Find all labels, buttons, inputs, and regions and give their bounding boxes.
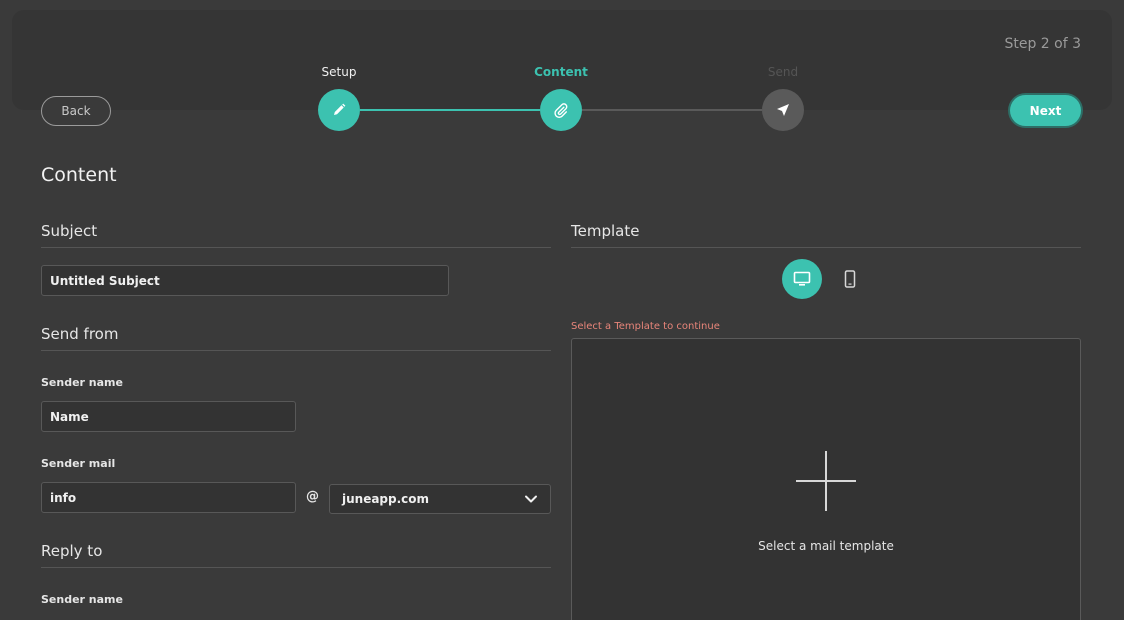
send-from-section-title: Send from bbox=[41, 325, 119, 343]
template-warning: Select a Template to continue bbox=[571, 321, 720, 332]
sender-name-label: Sender name bbox=[41, 376, 123, 389]
domain-select-value: juneapp.com bbox=[342, 492, 430, 506]
step-counter: Step 2 of 3 bbox=[1004, 36, 1081, 52]
step-setup[interactable]: Setup bbox=[279, 64, 399, 131]
template-cta: Select a mail template bbox=[758, 539, 894, 553]
plus-icon bbox=[796, 480, 856, 482]
progress-line-pending bbox=[582, 109, 762, 111]
step-content-circle[interactable] bbox=[540, 89, 582, 131]
step-content-label: Content bbox=[534, 65, 588, 79]
chevron-down-icon bbox=[525, 495, 537, 503]
subject-section-title: Subject bbox=[41, 222, 98, 240]
mobile-view-button[interactable] bbox=[830, 259, 870, 299]
step-send-label: Send bbox=[767, 65, 799, 79]
step-setup-circle[interactable] bbox=[318, 89, 360, 131]
template-selector[interactable]: Select a mail template bbox=[571, 338, 1081, 620]
pencil-icon bbox=[334, 103, 346, 115]
subject-input[interactable] bbox=[41, 265, 449, 296]
next-button[interactable]: Next bbox=[1010, 95, 1081, 126]
back-button[interactable]: Back bbox=[41, 96, 111, 126]
mobile-icon bbox=[844, 270, 856, 288]
desktop-view-button[interactable] bbox=[782, 259, 822, 299]
send-from-divider bbox=[41, 350, 551, 351]
subject-divider bbox=[41, 247, 551, 248]
desktop-icon bbox=[793, 271, 811, 286]
reply-to-section-title: Reply to bbox=[41, 542, 103, 560]
sender-mail-label: Sender mail bbox=[41, 457, 116, 470]
template-divider bbox=[571, 247, 1081, 248]
reply-to-sender-name-label: Sender name bbox=[41, 593, 123, 606]
template-section-title: Template bbox=[571, 222, 640, 240]
sender-mail-input[interactable] bbox=[41, 482, 296, 513]
paperclip-icon bbox=[554, 103, 568, 118]
send-icon bbox=[777, 104, 789, 116]
progress-line-completed bbox=[360, 109, 540, 111]
page-title: Content bbox=[41, 164, 117, 186]
reply-to-divider bbox=[41, 567, 551, 568]
step-send[interactable]: Send bbox=[723, 64, 843, 131]
step-content[interactable]: Content bbox=[501, 64, 621, 131]
domain-select[interactable]: juneapp.com bbox=[329, 484, 551, 514]
sender-name-input[interactable] bbox=[41, 401, 296, 432]
step-setup-label: Setup bbox=[321, 65, 357, 79]
at-sign: @ bbox=[306, 489, 319, 504]
step-send-circle[interactable] bbox=[762, 89, 804, 131]
